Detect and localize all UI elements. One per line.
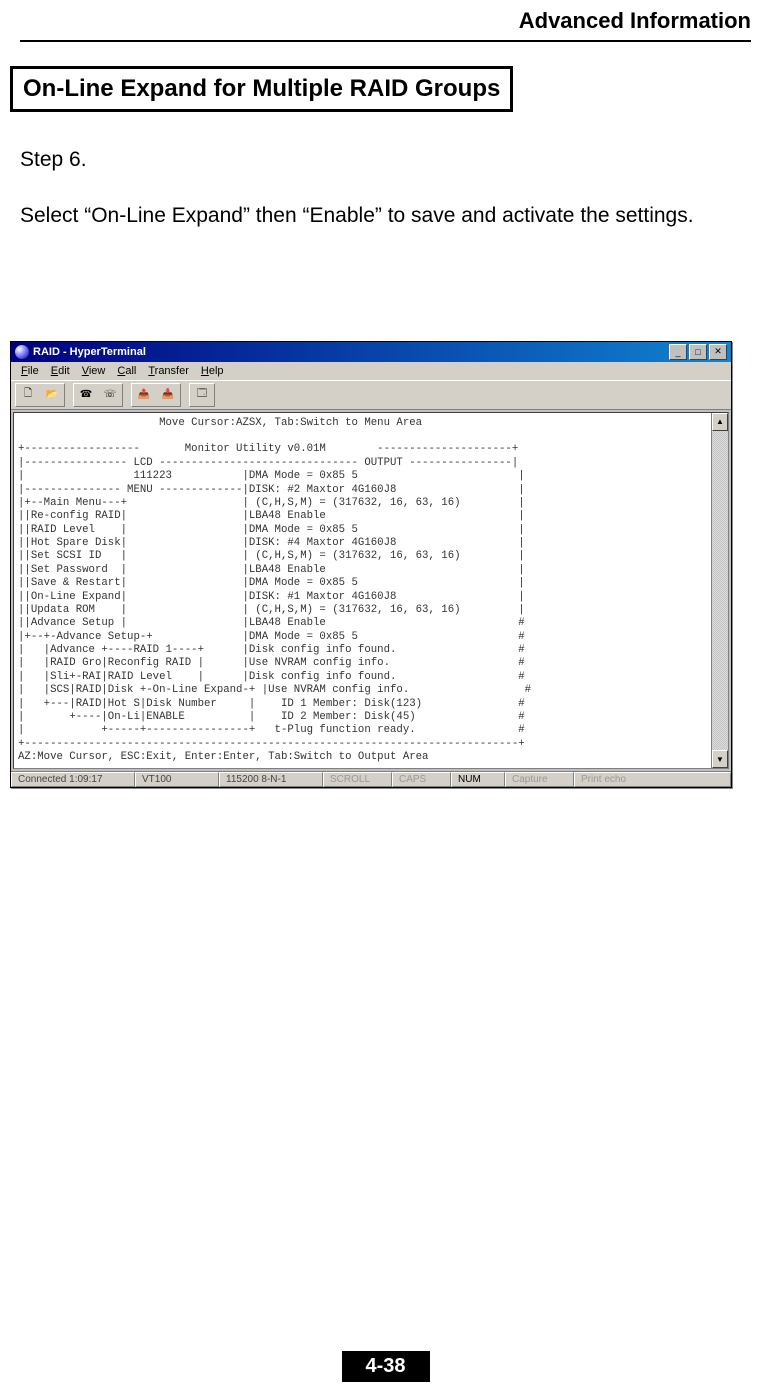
app-icon xyxy=(15,345,29,359)
toolbar-hangup-icon[interactable]: ☏ xyxy=(98,384,122,406)
terminal-area: Move Cursor:AZSX, Tab:Switch to Menu Are… xyxy=(13,412,729,770)
maximize-button[interactable]: □ xyxy=(689,344,707,360)
toolbar-send-icon[interactable]: 📤 xyxy=(132,384,156,406)
status-scroll: SCROLL xyxy=(323,772,392,787)
page-number: 4-38 xyxy=(341,1351,429,1382)
status-caps: CAPS xyxy=(392,772,451,787)
status-connected: Connected 1:09:17 xyxy=(11,772,135,787)
titlebar: RAID - HyperTerminal _ □ ✕ xyxy=(11,342,731,362)
toolbar-properties-icon[interactable]: 🗔 xyxy=(190,384,214,406)
status-settings: 115200 8-N-1 xyxy=(219,772,323,787)
menu-transfer[interactable]: Transfer xyxy=(142,364,195,378)
status-printecho: Print echo xyxy=(574,772,731,787)
menubar: File Edit View Call Transfer Help xyxy=(11,362,731,380)
menu-edit[interactable]: Edit xyxy=(45,364,76,378)
hyperterminal-window: RAID - HyperTerminal _ □ ✕ File Edit Vie… xyxy=(10,341,732,789)
scroll-up-button[interactable]: ▲ xyxy=(712,413,728,431)
section-title-box: On-Line Expand for Multiple RAID Groups xyxy=(10,66,513,112)
vertical-scrollbar[interactable]: ▲ ▼ xyxy=(711,413,728,769)
section-title: On-Line Expand for Multiple RAID Groups xyxy=(23,75,500,102)
close-button[interactable]: ✕ xyxy=(709,344,727,360)
running-header: Advanced Information xyxy=(20,0,751,40)
toolbar-call-icon[interactable]: ☎ xyxy=(74,384,98,406)
window-title: RAID - HyperTerminal xyxy=(33,346,669,358)
status-emulation: VT100 xyxy=(135,772,219,787)
status-capture: Capture xyxy=(505,772,574,787)
minimize-button[interactable]: _ xyxy=(669,344,687,360)
terminal-output[interactable]: Move Cursor:AZSX, Tab:Switch to Menu Are… xyxy=(14,413,711,769)
menu-help[interactable]: Help xyxy=(195,364,230,378)
statusbar: Connected 1:09:17 VT100 115200 8-N-1 SCR… xyxy=(11,771,731,787)
toolbar-open-icon[interactable]: 📂 xyxy=(40,384,64,406)
scroll-down-button[interactable]: ▼ xyxy=(712,750,728,768)
header-divider xyxy=(20,40,751,42)
toolbar-receive-icon[interactable]: 📥 xyxy=(156,384,180,406)
menu-view[interactable]: View xyxy=(76,364,112,378)
scroll-track[interactable] xyxy=(712,431,728,751)
step-label: Step 6. xyxy=(20,146,751,174)
menu-file[interactable]: File xyxy=(15,364,45,378)
menu-call[interactable]: Call xyxy=(111,364,142,378)
instruction-text: Select “On-Line Expand” then “Enable” to… xyxy=(20,202,751,230)
toolbar: 🗋 📂 ☎ ☏ 📤 📥 🗔 xyxy=(11,380,731,410)
status-num: NUM xyxy=(451,772,505,787)
toolbar-new-icon[interactable]: 🗋 xyxy=(16,384,40,406)
